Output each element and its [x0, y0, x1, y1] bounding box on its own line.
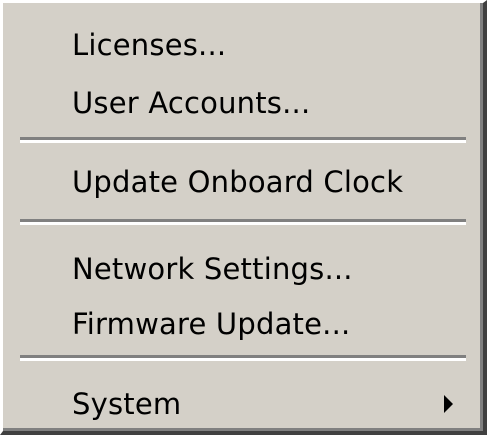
- menu-item-licenses[interactable]: Licenses...: [6, 17, 477, 73]
- menu-item-label: Network Settings...: [72, 252, 353, 286]
- menu-separator: [20, 355, 466, 361]
- menu-item-label: Update Onboard Clock: [72, 165, 404, 199]
- menu-item-label: System: [72, 387, 182, 421]
- menu-item-label: Licenses...: [72, 28, 227, 62]
- menu-item-firmware-update[interactable]: Firmware Update...: [6, 296, 477, 352]
- menu-item-user-accounts[interactable]: User Accounts...: [6, 75, 477, 131]
- menu-item-label: Firmware Update...: [72, 307, 351, 341]
- chevron-right-icon: [444, 395, 453, 413]
- menu-item-label: User Accounts...: [72, 86, 311, 120]
- menu-separator: [20, 137, 466, 143]
- menu-separator: [20, 219, 466, 225]
- menu-item-update-onboard-clock[interactable]: Update Onboard Clock: [6, 154, 477, 210]
- context-menu: Licenses... User Accounts... Update Onbo…: [0, 0, 487, 435]
- menu-item-system[interactable]: System: [6, 376, 477, 432]
- menu-item-network-settings[interactable]: Network Settings...: [6, 241, 477, 297]
